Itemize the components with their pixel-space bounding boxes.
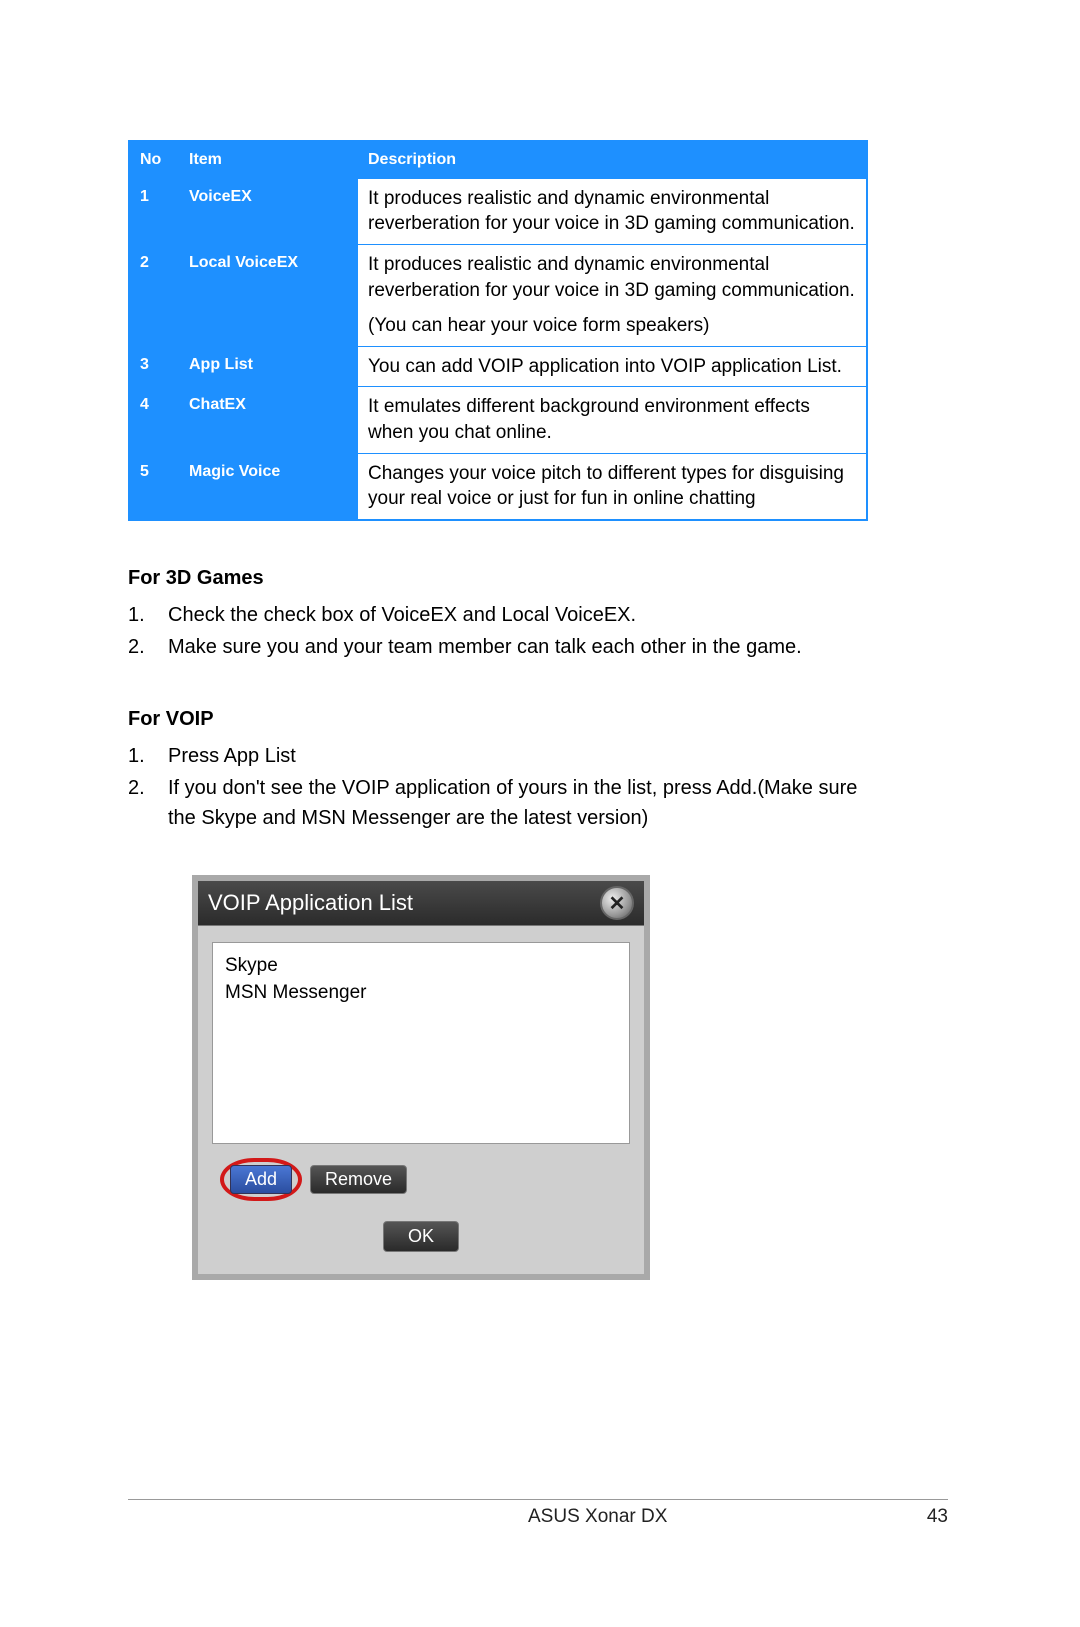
cell-desc: It produces realistic and dynamic enviro… [358, 244, 868, 346]
remove-button[interactable]: Remove [310, 1165, 407, 1194]
table-row: 2Local VoiceEXIt produces realistic and … [129, 244, 867, 346]
cell-no: 3 [129, 346, 179, 387]
th-desc: Description [358, 141, 868, 178]
cell-item: Local VoiceEX [179, 244, 358, 346]
steps-voip: 1.Press App List2.If you don't see the V… [128, 741, 868, 833]
cell-no: 2 [129, 244, 179, 346]
footer-page: 43 [927, 1506, 948, 1528]
cell-no: 5 [129, 453, 179, 520]
cell-item: App List [179, 346, 358, 387]
close-icon[interactable]: ✕ [600, 886, 634, 920]
list-item[interactable]: MSN Messenger [225, 980, 617, 1007]
dialog-titlebar: VOIP Application List ✕ [198, 881, 644, 926]
cell-item: VoiceEX [179, 178, 358, 244]
section-title-voip: For VOIP [128, 708, 868, 731]
table-row: 3App ListYou can add VOIP application in… [129, 346, 867, 387]
list-item[interactable]: Skype [225, 953, 617, 980]
th-item: Item [179, 141, 358, 178]
cell-desc: Changes your voice pitch to different ty… [358, 453, 868, 520]
cell-item: Magic Voice [179, 453, 358, 520]
steps-3dgames: 1.Check the check box of VoiceEX and Loc… [128, 600, 868, 662]
list-item: 2.If you don't see the VOIP application … [128, 773, 868, 833]
cell-desc: You can add VOIP application into VOIP a… [358, 346, 868, 387]
list-item: 1.Press App List [128, 741, 868, 771]
ok-button[interactable]: OK [383, 1221, 459, 1252]
footer-product: ASUS Xonar DX [528, 1506, 667, 1528]
footer-divider [128, 1499, 948, 1500]
list-item: 1.Check the check box of VoiceEX and Loc… [128, 600, 868, 630]
feature-table: No Item Description 1VoiceEXIt produces … [128, 140, 868, 521]
highlight-circle: Add [220, 1158, 302, 1201]
table-row: 1VoiceEXIt produces realistic and dynami… [129, 178, 867, 244]
cell-desc: It produces realistic and dynamic enviro… [358, 178, 868, 244]
section-title-3dgames: For 3D Games [128, 567, 868, 590]
th-no: No [129, 141, 179, 178]
cell-item: ChatEX [179, 387, 358, 453]
voip-app-listbox[interactable]: SkypeMSN Messenger [212, 942, 630, 1144]
dialog-title: VOIP Application List [208, 890, 600, 916]
cell-no: 1 [129, 178, 179, 244]
cell-no: 4 [129, 387, 179, 453]
list-item: 2.Make sure you and your team member can… [128, 632, 868, 662]
table-row: 5Magic VoiceChanges your voice pitch to … [129, 453, 867, 520]
add-button[interactable]: Add [230, 1165, 292, 1194]
table-row: 4ChatEXIt emulates different background … [129, 387, 867, 453]
cell-desc: It emulates different background environ… [358, 387, 868, 453]
voip-app-list-dialog: VOIP Application List ✕ SkypeMSN Messeng… [192, 875, 650, 1280]
